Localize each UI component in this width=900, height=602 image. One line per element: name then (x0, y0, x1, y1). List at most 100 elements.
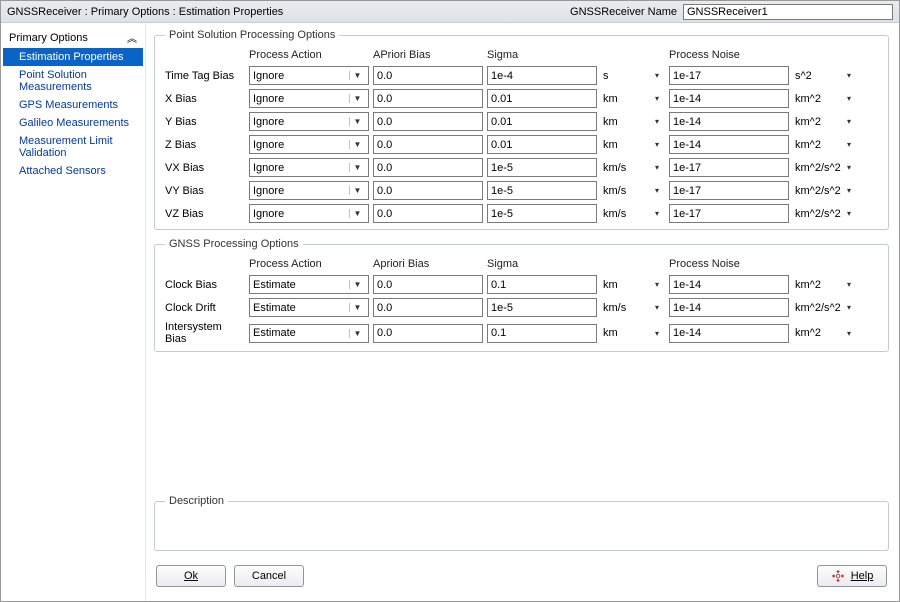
sidebar-item-4[interactable]: Measurement Limit Validation (3, 132, 143, 162)
gnss-sigma-input-1[interactable] (487, 298, 597, 317)
gnss-action-combo-0[interactable]: Estimate▼ (249, 275, 369, 294)
gnss-unit1-1[interactable]: km/s▾ (601, 298, 665, 317)
noise-field[interactable] (673, 136, 785, 153)
pspo-noise-input-6[interactable] (669, 204, 789, 223)
apriori-field[interactable] (377, 113, 479, 130)
gnss-sigma-input-0[interactable] (487, 275, 597, 294)
pspo-noise-input-1[interactable] (669, 89, 789, 108)
pspo-unit2-4[interactable]: km^2/s^2▾ (793, 158, 857, 177)
cancel-button[interactable]: Cancel (234, 565, 304, 587)
pspo-sigma-input-1[interactable] (487, 89, 597, 108)
pspo-apriori-input-2[interactable] (373, 112, 483, 131)
gnss-unit2-2[interactable]: km^2▾ (793, 324, 857, 343)
pspo-sigma-input-5[interactable] (487, 181, 597, 200)
pspo-action-combo-1[interactable]: Ignore▼ (249, 89, 369, 108)
help-button[interactable]: Help (817, 565, 887, 587)
apriori-field[interactable] (377, 299, 479, 316)
sigma-field[interactable] (491, 182, 593, 199)
pspo-action-combo-6[interactable]: Ignore▼ (249, 204, 369, 223)
apriori-field[interactable] (377, 90, 479, 107)
gnss-apriori-input-1[interactable] (373, 298, 483, 317)
pspo-apriori-input-0[interactable] (373, 66, 483, 85)
pspo-unit1-1[interactable]: km▾ (601, 89, 665, 108)
sigma-field[interactable] (491, 276, 593, 293)
gnss-action-combo-1[interactable]: Estimate▼ (249, 298, 369, 317)
noise-field[interactable] (673, 90, 785, 107)
sidebar-item-1[interactable]: Point Solution Measurements (3, 66, 143, 96)
apriori-field[interactable] (377, 136, 479, 153)
pspo-noise-input-2[interactable] (669, 112, 789, 131)
pspo-sigma-input-6[interactable] (487, 204, 597, 223)
pspo-unit1-6[interactable]: km/s▾ (601, 204, 665, 223)
pspo-unit1-2[interactable]: km▾ (601, 112, 665, 131)
gnss-unit2-0[interactable]: km^2▾ (793, 275, 857, 294)
pspo-sigma-input-4[interactable] (487, 158, 597, 177)
gnss-unit2-1[interactable]: km^2/s^2▾ (793, 298, 857, 317)
sigma-field[interactable] (491, 299, 593, 316)
pspo-sigma-input-0[interactable] (487, 66, 597, 85)
pspo-apriori-input-1[interactable] (373, 89, 483, 108)
apriori-field[interactable] (377, 67, 479, 84)
pspo-noise-input-0[interactable] (669, 66, 789, 85)
apriori-field[interactable] (377, 182, 479, 199)
pspo-noise-input-4[interactable] (669, 158, 789, 177)
sigma-field[interactable] (491, 325, 593, 342)
gnss-action-combo-2[interactable]: Estimate▼ (249, 324, 369, 343)
pspo-unit2-6[interactable]: km^2/s^2▾ (793, 204, 857, 223)
noise-field[interactable] (673, 67, 785, 84)
pspo-apriori-input-4[interactable] (373, 158, 483, 177)
gnss-unit1-2[interactable]: km▾ (601, 324, 665, 343)
pspo-apriori-input-5[interactable] (373, 181, 483, 200)
pspo-apriori-input-3[interactable] (373, 135, 483, 154)
pspo-action-combo-2[interactable]: Ignore▼ (249, 112, 369, 131)
receiver-name-input[interactable] (683, 4, 893, 20)
sidebar-item-2[interactable]: GPS Measurements (3, 96, 143, 114)
sigma-field[interactable] (491, 67, 593, 84)
pspo-noise-input-3[interactable] (669, 135, 789, 154)
sidebar-item-5[interactable]: Attached Sensors (3, 162, 143, 180)
gnss-noise-input-0[interactable] (669, 275, 789, 294)
sigma-field[interactable] (491, 90, 593, 107)
apriori-field[interactable] (377, 159, 479, 176)
pspo-unit1-5[interactable]: km/s▾ (601, 181, 665, 200)
sidebar-item-0[interactable]: Estimation Properties (3, 48, 143, 66)
pspo-noise-input-5[interactable] (669, 181, 789, 200)
sidebar-item-3[interactable]: Galileo Measurements (3, 114, 143, 132)
pspo-unit2-0[interactable]: s^2▾ (793, 66, 857, 85)
pspo-sigma-input-3[interactable] (487, 135, 597, 154)
noise-field[interactable] (673, 276, 785, 293)
apriori-field[interactable] (377, 276, 479, 293)
sigma-field[interactable] (491, 205, 593, 222)
pspo-action-combo-5[interactable]: Ignore▼ (249, 181, 369, 200)
pspo-unit2-2[interactable]: km^2▾ (793, 112, 857, 131)
noise-field[interactable] (673, 325, 785, 342)
sidebar-heading[interactable]: Primary Options ︽ (3, 27, 143, 48)
noise-field[interactable] (673, 113, 785, 130)
pspo-unit2-5[interactable]: km^2/s^2▾ (793, 181, 857, 200)
sigma-field[interactable] (491, 113, 593, 130)
gnss-noise-input-2[interactable] (669, 324, 789, 343)
pspo-apriori-input-6[interactable] (373, 204, 483, 223)
apriori-field[interactable] (377, 325, 479, 342)
collapse-icon[interactable]: ︽ (127, 30, 137, 45)
ok-button[interactable]: Ok (156, 565, 226, 587)
pspo-action-combo-0[interactable]: Ignore▼ (249, 66, 369, 85)
pspo-sigma-input-2[interactable] (487, 112, 597, 131)
pspo-unit2-3[interactable]: km^2▾ (793, 135, 857, 154)
pspo-unit1-3[interactable]: km▾ (601, 135, 665, 154)
gnss-unit1-0[interactable]: km▾ (601, 275, 665, 294)
pspo-unit1-4[interactable]: km/s▾ (601, 158, 665, 177)
gnss-noise-input-1[interactable] (669, 298, 789, 317)
pspo-unit2-1[interactable]: km^2▾ (793, 89, 857, 108)
gnss-sigma-input-2[interactable] (487, 324, 597, 343)
noise-field[interactable] (673, 182, 785, 199)
sigma-field[interactable] (491, 136, 593, 153)
noise-field[interactable] (673, 159, 785, 176)
apriori-field[interactable] (377, 205, 479, 222)
pspo-action-combo-4[interactable]: Ignore▼ (249, 158, 369, 177)
gnss-apriori-input-0[interactable] (373, 275, 483, 294)
pspo-unit1-0[interactable]: s▾ (601, 66, 665, 85)
noise-field[interactable] (673, 205, 785, 222)
noise-field[interactable] (673, 299, 785, 316)
pspo-action-combo-3[interactable]: Ignore▼ (249, 135, 369, 154)
